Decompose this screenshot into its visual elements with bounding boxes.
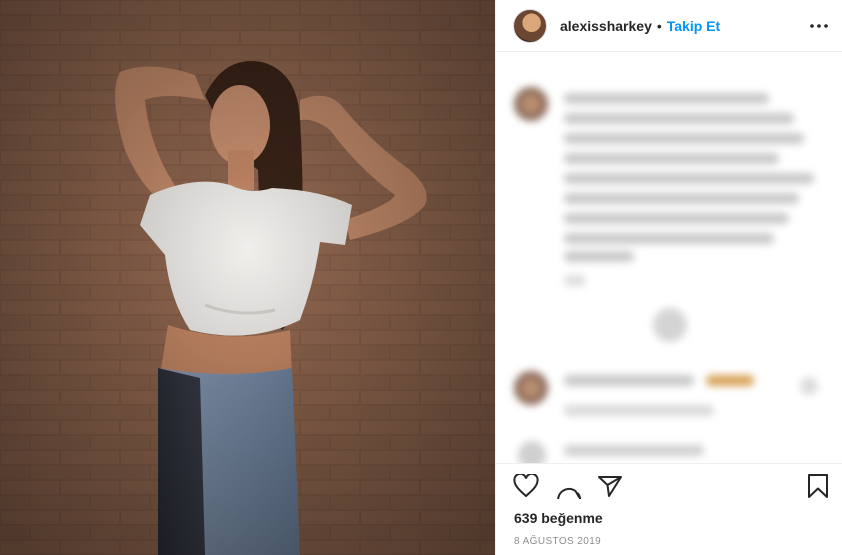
bookmark-icon[interactable]	[804, 472, 832, 500]
comment-icon[interactable]	[554, 472, 582, 500]
separator-dot: •	[656, 17, 662, 34]
more-options-icon[interactable]	[807, 14, 831, 38]
avatar[interactable]	[513, 8, 547, 43]
heart-icon[interactable]	[512, 472, 540, 500]
post-header: alexissharkey • Takip Et	[496, 0, 842, 52]
share-icon[interactable]	[596, 472, 624, 500]
follow-button[interactable]: Takip Et	[667, 18, 720, 34]
post-date[interactable]: 8 AĞUSTOS 2019	[514, 536, 601, 547]
username-link[interactable]: alexissharkey	[560, 18, 652, 34]
post-photo[interactable]	[0, 0, 495, 555]
comments-area-blurred	[496, 53, 842, 463]
likes-count[interactable]: 639 beğenme	[514, 510, 603, 526]
post-sidebar: alexissharkey • Takip Et 639 beğenme 8 A…	[495, 0, 842, 555]
post-actions: 639 beğenme 8 AĞUSTOS 2019	[496, 463, 842, 555]
post-image	[0, 0, 495, 555]
